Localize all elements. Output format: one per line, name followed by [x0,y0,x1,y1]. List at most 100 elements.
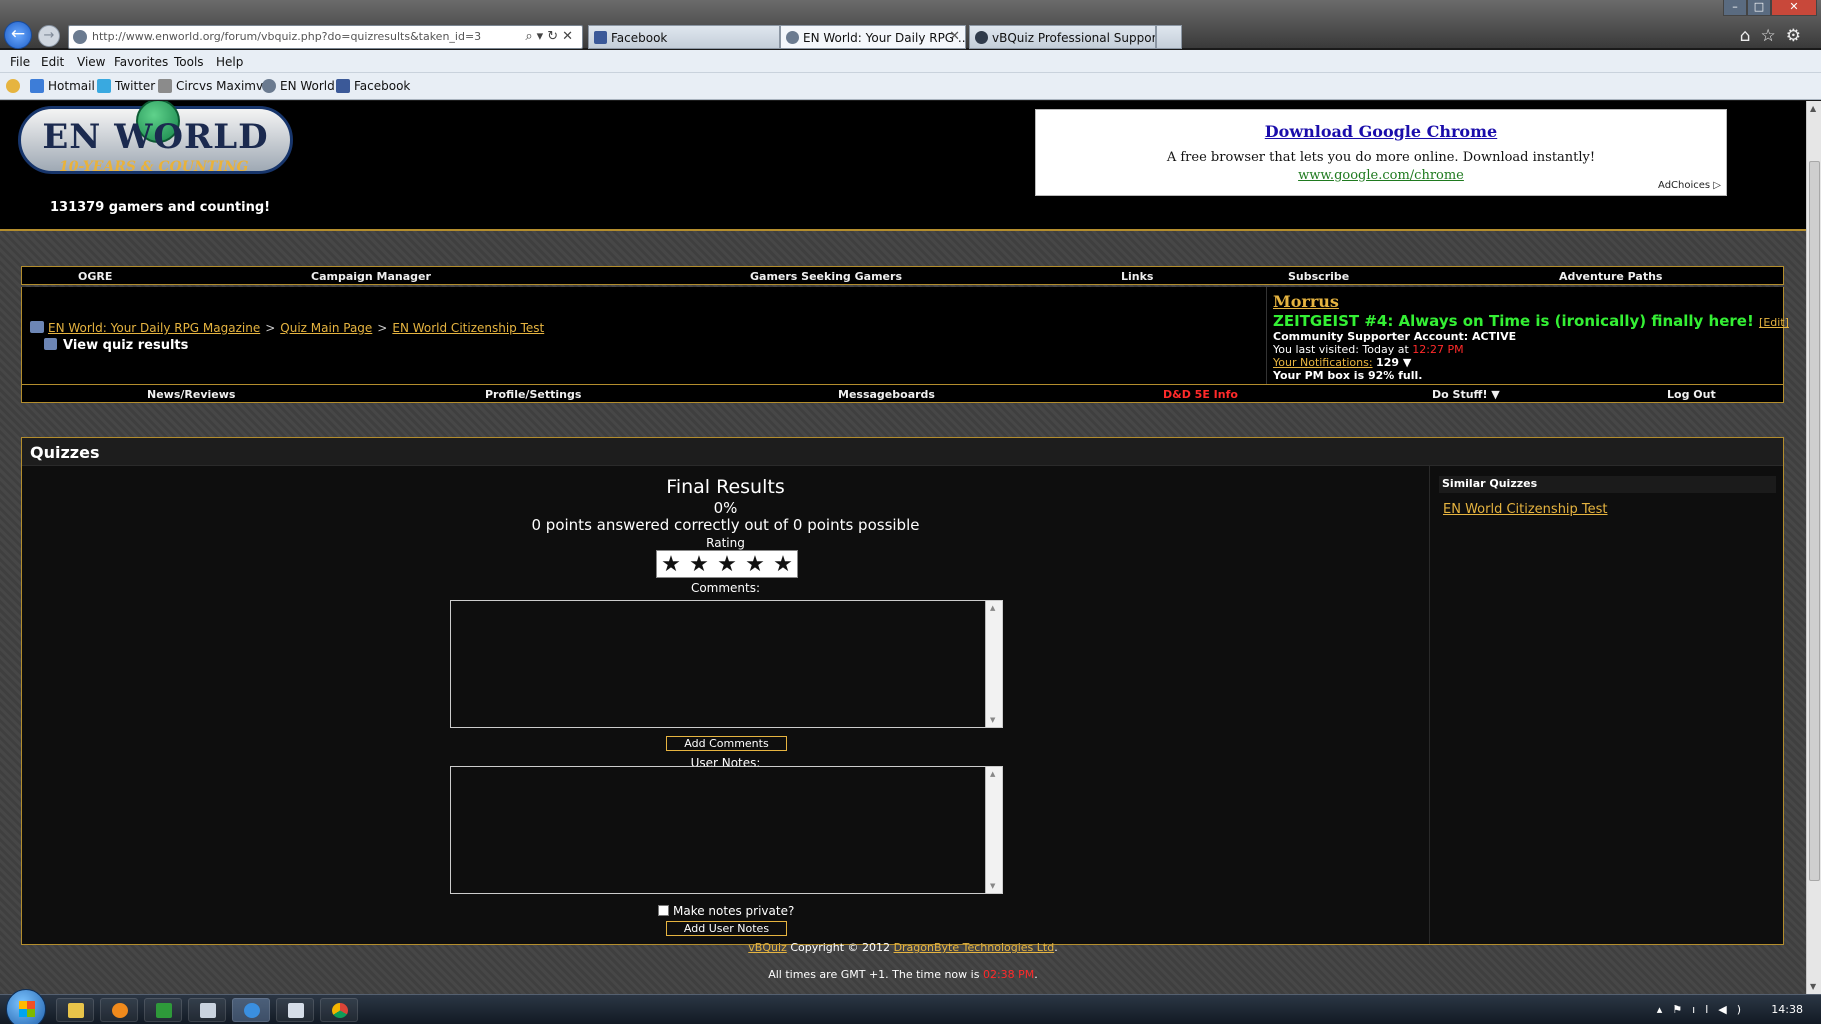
scroll-down-icon[interactable]: ▼ [1810,982,1816,991]
nav-adventure-paths[interactable]: Adventure Paths [1559,270,1662,283]
new-tab-button[interactable] [1156,25,1182,49]
nav-do-stuff[interactable]: Do Stuff! ▼ [1432,388,1500,401]
enworld-icon [786,31,799,44]
comments-scrollbar[interactable]: ▲ ▼ [985,601,1002,727]
maximize-button[interactable]: □ [1747,0,1771,16]
notifications-count[interactable]: 129 ▼ [1376,356,1411,369]
start-button[interactable] [6,989,46,1024]
scroll-up-icon[interactable]: ▲ [1810,104,1816,113]
star-icon[interactable]: ★ [741,552,769,578]
fav-facebook[interactable]: Facebook [336,79,410,93]
nav-gamers-seeking-gamers[interactable]: Gamers Seeking Gamers [750,270,902,283]
close-window-button[interactable]: ✕ [1771,0,1817,16]
notifications-link[interactable]: Your Notifications: [1273,356,1373,369]
nav-news-reviews[interactable]: News/Reviews [147,388,235,401]
dragonbyte-link[interactable]: DragonByte Technologies Ltd [894,941,1055,954]
private-notes-checkbox[interactable] [658,905,669,916]
address-bar[interactable]: http://www.enworld.org/forum/vbquiz.php?… [68,25,583,49]
fav-twitter[interactable]: Twitter [97,79,155,93]
top-nav: OGRE Campaign Manager Gamers Seeking Gam… [21,266,1784,285]
address-url[interactable]: http://www.enworld.org/forum/vbquiz.php?… [92,30,481,43]
vbquiz-icon [975,31,988,44]
comments-input[interactable] [459,601,994,727]
menu-edit[interactable]: Edit [41,55,64,69]
logo-text: EN WORLD [42,117,269,157]
taskbar-window[interactable] [276,998,314,1022]
nav-campaign-manager[interactable]: Campaign Manager [311,270,431,283]
footer-time: All times are GMT +1. The time now is 02… [768,968,1038,981]
facebook-icon [336,79,350,93]
comments-textarea[interactable]: ▲ ▼ [450,600,1003,728]
system-tray[interactable]: ▴⚑ıl◀) [1657,1003,1751,1016]
fav-label: Facebook [354,79,411,93]
add-user-notes-button[interactable]: Add User Notes [666,921,787,936]
quiz-panel: Quizzes Final Results 0% 0 points answer… [21,437,1784,945]
home-favorites-tools-icons[interactable]: ⌂☆⚙ [1740,26,1811,46]
similar-quiz-link[interactable]: EN World Citizenship Test [1443,502,1608,517]
star-icon[interactable]: ★ [685,552,713,578]
back-button[interactable]: ← [4,21,32,49]
fav-enworld[interactable]: EN World [262,79,335,93]
user-notes-textarea[interactable]: ▲ ▼ [450,766,1003,894]
ad-banner[interactable]: Download Google Chrome A free browser th… [1035,109,1727,196]
edit-status-link[interactable]: [Edit] [1759,316,1789,329]
enworld-logo[interactable]: EN WORLD 10-YEARS & COUNTING [18,101,293,175]
nav-log-out[interactable]: Log Out [1667,388,1716,401]
add-comments-button[interactable]: Add Comments [666,736,787,751]
taskbar-media-player[interactable] [100,998,138,1022]
taskbar-internet-explorer[interactable] [232,998,270,1022]
tab-facebook[interactable]: Facebook [588,25,780,49]
nav-messageboards[interactable]: Messageboards [838,388,935,401]
scroll-up-icon[interactable]: ▲ [990,604,995,612]
page-title: View quiz results [44,338,188,353]
taskbar-app[interactable] [144,998,182,1022]
breadcrumb-home[interactable]: EN World: Your Daily RPG Magazine [48,321,260,335]
close-tab-icon[interactable]: ✕ [949,29,960,44]
taskbar-chrome[interactable] [320,998,358,1022]
ad-choices[interactable]: AdChoices ▷ [1658,180,1721,191]
breadcrumb-quiz-main[interactable]: Quiz Main Page [280,321,372,335]
scroll-up-icon[interactable]: ▲ [990,770,995,778]
minimize-button[interactable]: – [1723,0,1747,16]
star-icon[interactable]: ★ [657,552,685,578]
user-notes-input[interactable] [459,767,994,893]
site-header: EN WORLD 10-YEARS & COUNTING 131379 game… [0,101,1806,231]
nav-profile-settings[interactable]: Profile/Settings [485,388,581,401]
page-icon [158,79,172,93]
notifications: Your Notifications: 129 ▼ [1273,356,1785,369]
scroll-thumb[interactable] [1809,161,1820,881]
taskbar-calculator[interactable] [188,998,226,1022]
nav-subscribe[interactable]: Subscribe [1288,270,1349,283]
ad-link[interactable]: www.google.com/chrome [1036,168,1726,183]
taskbar-explorer[interactable] [56,998,94,1022]
nav-ogre[interactable]: OGRE [78,270,112,283]
notes-scrollbar[interactable]: ▲ ▼ [985,767,1002,893]
menu-tools[interactable]: Tools [174,55,204,69]
menu-view[interactable]: View [77,55,105,69]
quiz-panel-title: Quizzes [30,443,100,462]
menu-bar: File Edit View Favorites Tools Help [0,50,1821,73]
scroll-down-icon[interactable]: ▼ [990,716,995,724]
page-scrollbar[interactable]: ▲ ▼ [1806,101,1821,994]
breadcrumb-citizenship-test[interactable]: EN World Citizenship Test [392,321,544,335]
star-icon[interactable]: ★ [769,552,797,578]
fav-circvs[interactable]: Circvs Maximvs [158,79,269,93]
nav-links[interactable]: Links [1121,270,1153,283]
search-refresh-stop-icons[interactable]: ⌕▾↻✕ [525,29,577,44]
user-status: ZEITGEIST #4: Always on Time is (ironica… [1273,312,1789,330]
forward-button[interactable]: → [38,25,60,47]
fav-hotmail[interactable]: Hotmail [30,79,95,93]
tab-enworld[interactable]: EN World: Your Daily RPG ... ✕ [780,25,966,49]
ad-title[interactable]: Download Google Chrome [1036,122,1726,141]
clock[interactable]: 14:38 [1771,1003,1803,1016]
menu-favorites[interactable]: Favorites [114,55,168,69]
menu-help[interactable]: Help [216,55,243,69]
vbquiz-link[interactable]: vBQuiz [748,941,787,954]
nav-dnd5e-info[interactable]: D&D 5E Info [1163,388,1238,401]
star-icon[interactable]: ★ [713,552,741,578]
tab-vbquiz[interactable]: vBQuiz Professional Support [969,25,1156,49]
scroll-down-icon[interactable]: ▼ [990,882,995,890]
username-link[interactable]: Morrus [1273,292,1785,311]
forum-home-icon[interactable] [30,321,44,333]
menu-file[interactable]: File [10,55,30,69]
